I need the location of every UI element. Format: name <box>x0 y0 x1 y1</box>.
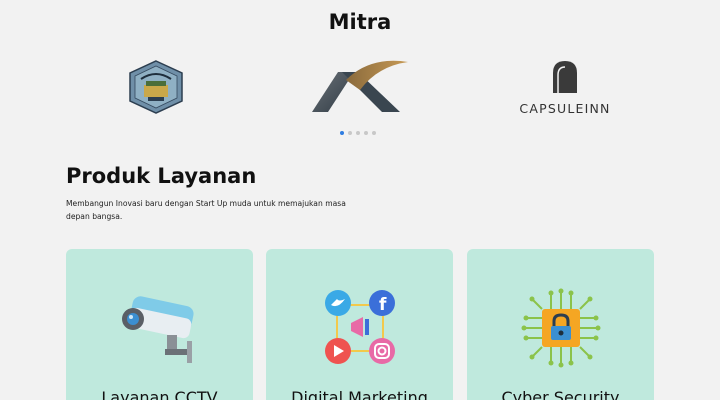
partner-logo-universitas-lampung[interactable] <box>120 52 192 122</box>
capsuleinn-wordmark: CAPSULEINN <box>519 100 611 116</box>
service-card-title: Layanan CCTV <box>101 388 218 400</box>
carousel-dots[interactable] <box>340 131 376 135</box>
service-card-cctv[interactable]: Layanan CCTV <box>66 249 253 400</box>
carousel-dot-5[interactable] <box>372 131 376 135</box>
carousel-dot-4[interactable] <box>364 131 368 135</box>
service-card-title: Cyber Security <box>501 388 620 400</box>
x-mark-icon <box>311 60 408 112</box>
carousel-dot-1[interactable] <box>340 131 344 135</box>
partner-logo-capsuleinn[interactable]: CAPSULEINN <box>515 52 615 122</box>
produk-description: Membangun Inovasi baru dengan Start Up m… <box>66 199 346 221</box>
carousel-dot-2[interactable] <box>348 131 352 135</box>
produk-title: Produk Layanan <box>66 164 257 188</box>
circuit-lock-icon <box>521 288 600 368</box>
service-card-digital-marketing[interactable]: f Digital Marketing <box>266 249 453 400</box>
svg-text:f: f <box>379 295 387 315</box>
university-seal-icon <box>129 60 183 114</box>
partner-carousel[interactable]: CAPSULEINN <box>0 52 720 122</box>
carousel-dot-3[interactable] <box>356 131 360 135</box>
capsule-icon <box>553 60 577 93</box>
cctv-camera-icon <box>121 296 194 363</box>
social-media-icon: f <box>324 290 395 364</box>
service-card-title: Digital Marketing <box>291 388 428 400</box>
mitra-title: Mitra <box>328 10 392 34</box>
service-card-cyber-security[interactable]: Cyber Security <box>467 249 654 400</box>
partner-logo-x[interactable] <box>305 52 410 122</box>
